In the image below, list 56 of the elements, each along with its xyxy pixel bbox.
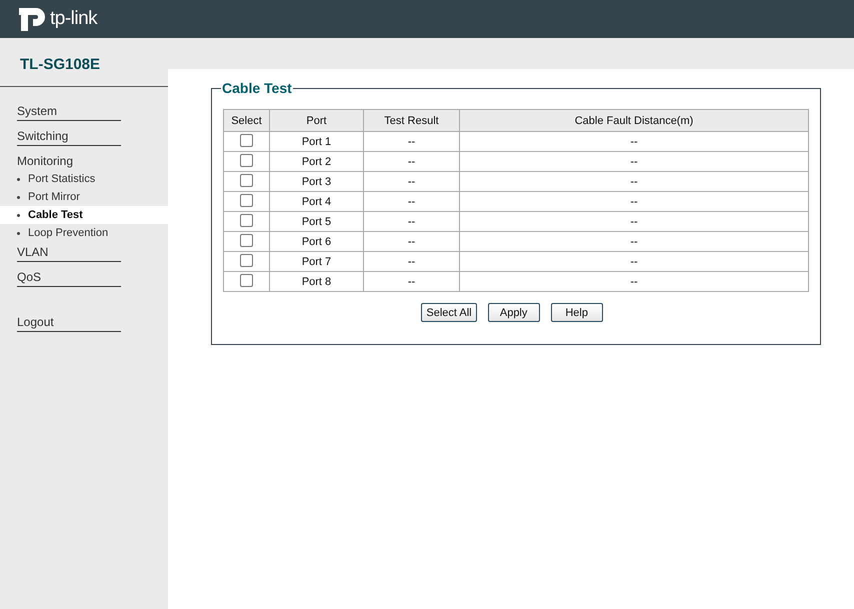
logout-link[interactable]: Logout xyxy=(17,312,121,332)
menu-item[interactable]: System xyxy=(17,101,121,121)
table-cell: Port 5 xyxy=(270,212,364,232)
action-button[interactable]: Apply xyxy=(488,303,540,322)
table-cell: Port 8 xyxy=(270,272,364,292)
menu-item[interactable]: QoS xyxy=(17,267,121,287)
submenu-item[interactable]: Cable Test xyxy=(0,206,168,224)
table-cell: -- xyxy=(460,172,808,192)
table-cell: -- xyxy=(460,132,808,152)
table-cell: -- xyxy=(460,152,808,172)
checkbox[interactable] xyxy=(240,274,253,287)
table-cell: Port 7 xyxy=(270,252,364,272)
checkbox[interactable] xyxy=(240,214,253,227)
checkbox[interactable] xyxy=(240,194,253,207)
table-cell: -- xyxy=(460,192,808,212)
bullet-icon xyxy=(17,214,20,217)
bullet-icon xyxy=(17,232,20,235)
submenu-item[interactable]: Port Statistics xyxy=(0,170,168,188)
menu-item[interactable]: VLAN xyxy=(17,242,121,262)
bullet-icon xyxy=(17,196,20,199)
table-cell: -- xyxy=(364,172,460,192)
menu-item[interactable]: Switching xyxy=(17,126,121,146)
column-header: Test Result xyxy=(364,110,460,132)
brand-name: tp-link xyxy=(50,8,98,30)
table-cell: Port 4 xyxy=(270,192,364,212)
bullet-icon xyxy=(17,178,20,181)
checkbox[interactable] xyxy=(240,234,253,247)
table-cell: Port 1 xyxy=(270,132,364,152)
table-cell: Port 2 xyxy=(270,152,364,172)
table-cell: -- xyxy=(364,132,460,152)
submenu-item[interactable]: Port Mirror xyxy=(0,188,168,206)
table-cell: -- xyxy=(460,272,808,292)
table-cell: -- xyxy=(364,232,460,252)
table-cell: -- xyxy=(364,272,460,292)
table-cell: Port 3 xyxy=(270,172,364,192)
submenu-item[interactable]: Loop Prevention xyxy=(0,224,168,242)
table-cell: -- xyxy=(460,232,808,252)
menu-item[interactable]: Monitoring xyxy=(17,151,121,170)
checkbox[interactable] xyxy=(240,254,253,267)
column-header: Select xyxy=(224,110,270,132)
table-cell: -- xyxy=(460,212,808,232)
action-button[interactable]: Select All xyxy=(421,303,477,322)
table-cell: -- xyxy=(364,152,460,172)
table-cell: -- xyxy=(364,252,460,272)
action-button[interactable]: Help xyxy=(550,303,603,322)
table-cell: -- xyxy=(460,252,808,272)
checkbox[interactable] xyxy=(240,134,253,147)
column-header: Port xyxy=(270,110,364,132)
panel-title: Cable Test xyxy=(221,80,293,96)
table-cell: -- xyxy=(364,212,460,232)
logo-icon xyxy=(18,6,48,32)
table-cell: -- xyxy=(364,192,460,212)
checkbox[interactable] xyxy=(240,154,253,167)
table-cell: Port 6 xyxy=(270,232,364,252)
column-header: Cable Fault Distance(m) xyxy=(460,110,808,132)
checkbox[interactable] xyxy=(240,174,253,187)
